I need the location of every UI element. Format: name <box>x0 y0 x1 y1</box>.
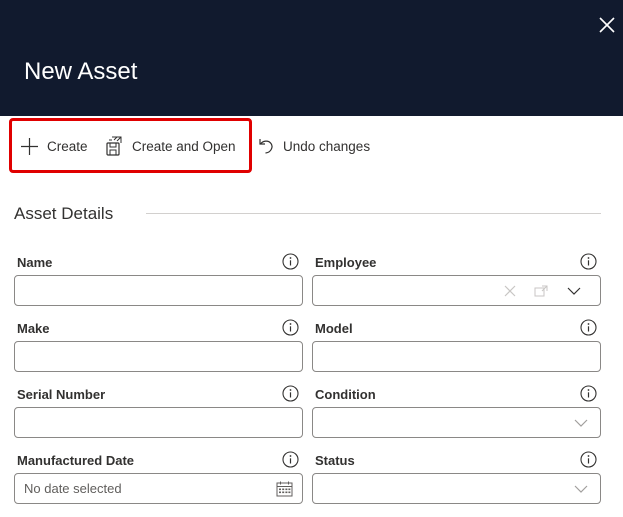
page-title: New Asset <box>24 58 138 85</box>
serial-number-label: Serial Number <box>17 387 106 402</box>
info-icon[interactable] <box>282 319 299 336</box>
create-button[interactable]: Create <box>20 133 88 159</box>
status-select[interactable] <box>312 473 601 504</box>
condition-select[interactable] <box>312 407 601 438</box>
info-icon[interactable] <box>580 385 597 402</box>
info-icon[interactable] <box>282 253 299 270</box>
create-label: Create <box>47 138 88 154</box>
calendar-icon[interactable] <box>276 481 293 497</box>
serial-number-input[interactable] <box>14 407 303 438</box>
info-icon[interactable] <box>282 451 299 468</box>
name-input[interactable] <box>14 275 303 306</box>
status-label: Status <box>315 453 355 468</box>
undo-changes-button[interactable]: Undo changes <box>257 133 370 159</box>
section-divider <box>146 213 601 214</box>
manufactured-date-input[interactable]: No date selected <box>14 473 303 504</box>
model-input[interactable] <box>312 341 601 372</box>
info-icon[interactable] <box>580 253 597 270</box>
undo-icon <box>259 139 273 154</box>
info-icon[interactable] <box>580 319 597 336</box>
chevron-down-icon[interactable] <box>567 286 581 296</box>
manufactured-date-label: Manufactured Date <box>17 453 135 468</box>
info-icon[interactable] <box>580 451 597 468</box>
clear-icon[interactable] <box>503 284 517 298</box>
chevron-down-icon <box>574 485 588 493</box>
panel-header: New Asset <box>0 0 623 116</box>
close-icon <box>599 17 615 33</box>
employee-label: Employee <box>315 255 377 270</box>
open-record-icon[interactable] <box>534 285 548 297</box>
model-label: Model <box>315 321 353 336</box>
condition-label: Condition <box>315 387 376 402</box>
create-and-open-button[interactable]: Create and Open <box>105 133 236 159</box>
close-button[interactable] <box>596 14 618 36</box>
undo-changes-label: Undo changes <box>283 138 371 154</box>
section-title: Asset Details <box>14 204 114 223</box>
make-input[interactable] <box>14 341 303 372</box>
plus-icon <box>21 137 38 155</box>
manufactured-date-placeholder: No date selected <box>24 481 122 496</box>
chevron-down-icon <box>574 419 588 427</box>
save-open-icon <box>106 136 122 156</box>
info-icon[interactable] <box>282 385 299 402</box>
employee-lookup[interactable] <box>312 275 601 306</box>
create-and-open-label: Create and Open <box>132 138 236 154</box>
name-label: Name <box>17 255 53 270</box>
make-label: Make <box>17 321 50 336</box>
